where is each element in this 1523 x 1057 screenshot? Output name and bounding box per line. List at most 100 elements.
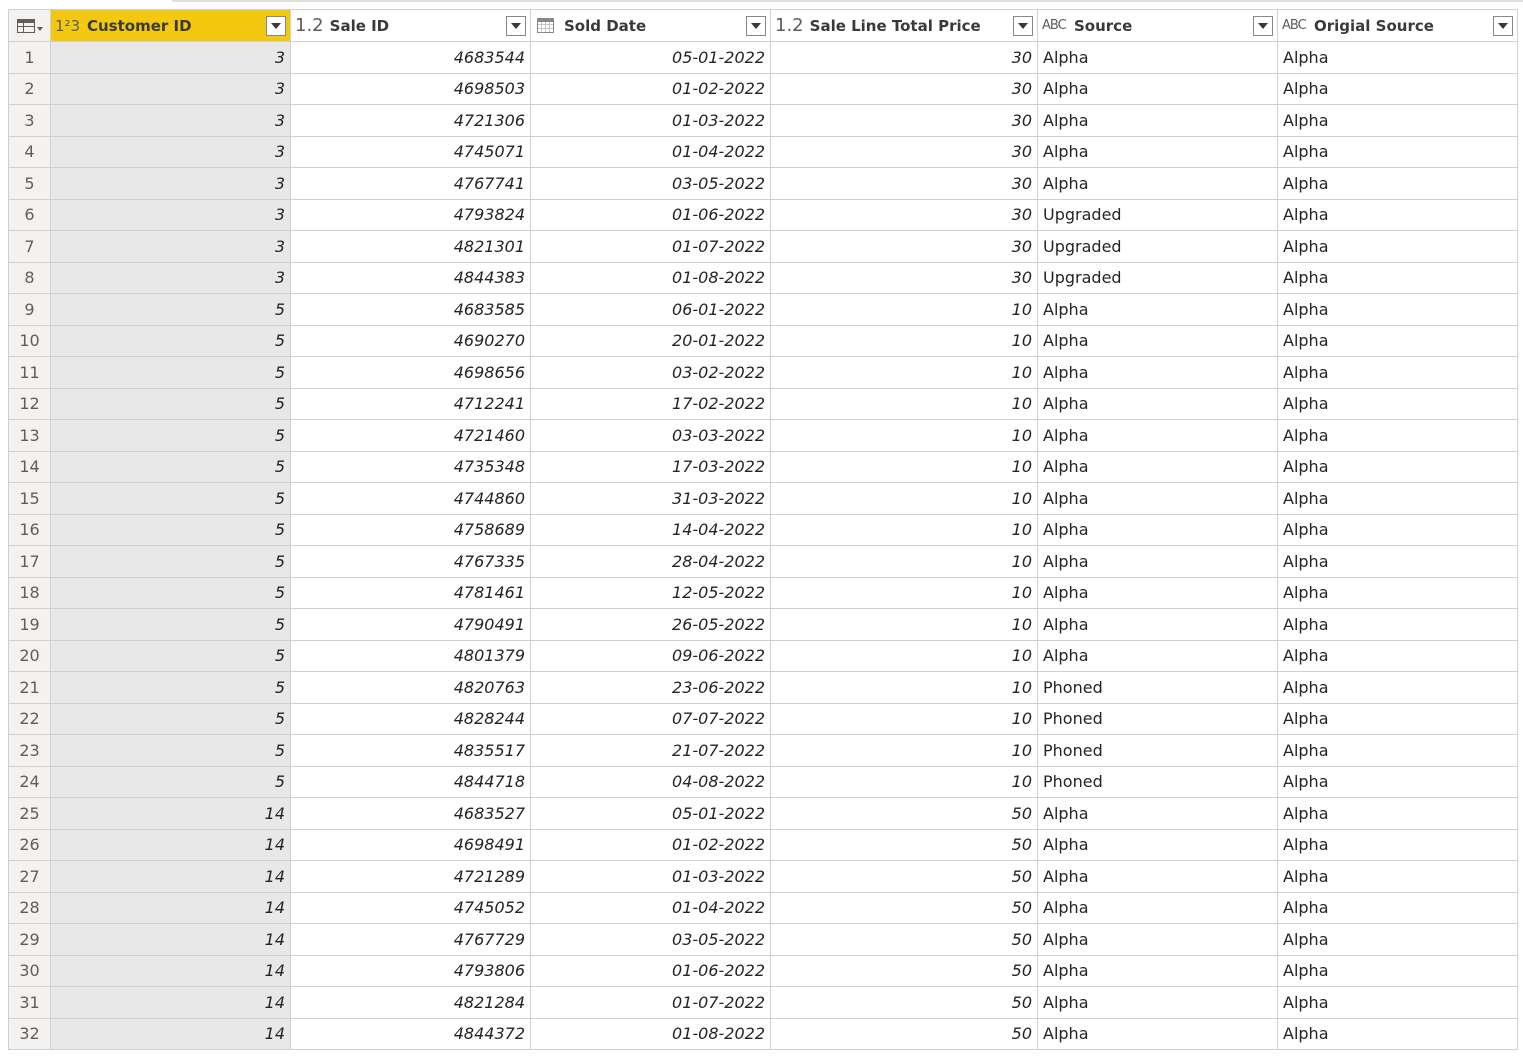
row-number[interactable]: 12 (8, 387, 51, 420)
cell-source[interactable]: Alpha (1037, 576, 1278, 609)
cell-sold-date[interactable]: 26-05-2022 (530, 608, 771, 641)
cell-customer-id[interactable]: 3 (50, 167, 291, 200)
cell-origial-source[interactable]: Alpha (1277, 1017, 1518, 1050)
cell-customer-id[interactable]: 14 (50, 923, 291, 956)
cell-customer-id[interactable]: 3 (50, 230, 291, 263)
table-row[interactable]: 27 14 4721289 01-03-2022 50 Alpha Alpha (8, 860, 1518, 893)
cell-sale-id[interactable]: 4844372 (290, 1017, 531, 1050)
cell-source[interactable]: Alpha (1037, 986, 1278, 1019)
cell-origial-source[interactable]: Alpha (1277, 135, 1518, 168)
table-row[interactable]: 31 14 4821284 01-07-2022 50 Alpha Alpha (8, 986, 1518, 1019)
table-row[interactable]: 24 5 4844718 04-08-2022 10 Phoned Alpha (8, 765, 1518, 798)
cell-sold-date[interactable]: 01-03-2022 (530, 860, 771, 893)
cell-source[interactable]: Alpha (1037, 41, 1278, 74)
row-number[interactable]: 5 (8, 167, 51, 200)
cell-sale-line-total-price[interactable]: 30 (770, 230, 1038, 263)
row-number[interactable]: 24 (8, 765, 51, 798)
row-number[interactable]: 17 (8, 545, 51, 578)
cell-origial-source[interactable]: Alpha (1277, 986, 1518, 1019)
cell-sale-id[interactable]: 4735348 (290, 450, 531, 483)
cell-sale-line-total-price[interactable]: 50 (770, 797, 1038, 830)
cell-origial-source[interactable]: Alpha (1277, 545, 1518, 578)
row-number[interactable]: 29 (8, 923, 51, 956)
cell-sale-id[interactable]: 4712241 (290, 387, 531, 420)
cell-sold-date[interactable]: 01-04-2022 (530, 135, 771, 168)
cell-sale-line-total-price[interactable]: 30 (770, 104, 1038, 137)
row-number[interactable]: 26 (8, 828, 51, 861)
cell-origial-source[interactable]: Alpha (1277, 797, 1518, 830)
cell-source[interactable]: Alpha (1037, 324, 1278, 357)
row-number[interactable]: 2 (8, 72, 51, 105)
cell-origial-source[interactable]: Alpha (1277, 671, 1518, 704)
cell-source[interactable]: Alpha (1037, 1017, 1278, 1050)
cell-sale-id[interactable]: 4683527 (290, 797, 531, 830)
cell-sale-line-total-price[interactable]: 10 (770, 671, 1038, 704)
cell-source[interactable]: Alpha (1037, 891, 1278, 924)
row-number[interactable]: 1 (8, 41, 51, 74)
cell-sale-id[interactable]: 4683544 (290, 41, 531, 74)
cell-sold-date[interactable]: 06-01-2022 (530, 293, 771, 326)
cell-origial-source[interactable]: Alpha (1277, 450, 1518, 483)
cell-sale-line-total-price[interactable]: 50 (770, 828, 1038, 861)
cell-sale-id[interactable]: 4745052 (290, 891, 531, 924)
cell-customer-id[interactable]: 14 (50, 954, 291, 987)
table-row[interactable]: 25 14 4683527 05-01-2022 50 Alpha Alpha (8, 797, 1518, 830)
cell-origial-source[interactable]: Alpha (1277, 198, 1518, 231)
cell-sold-date[interactable]: 14-04-2022 (530, 513, 771, 546)
cell-source[interactable]: Alpha (1037, 450, 1278, 483)
filter-dropdown-button[interactable] (506, 15, 526, 36)
cell-origial-source[interactable]: Alpha (1277, 324, 1518, 357)
cell-customer-id[interactable]: 3 (50, 261, 291, 294)
cell-sale-line-total-price[interactable]: 30 (770, 198, 1038, 231)
cell-origial-source[interactable]: Alpha (1277, 828, 1518, 861)
cell-sold-date[interactable]: 28-04-2022 (530, 545, 771, 578)
cell-sale-id[interactable]: 4767741 (290, 167, 531, 200)
cell-customer-id[interactable]: 5 (50, 419, 291, 452)
table-row[interactable]: 4 3 4745071 01-04-2022 30 Alpha Alpha (8, 135, 1518, 168)
cell-sold-date[interactable]: 03-02-2022 (530, 356, 771, 389)
cell-origial-source[interactable]: Alpha (1277, 72, 1518, 105)
cell-sale-id[interactable]: 4793806 (290, 954, 531, 987)
cell-customer-id[interactable]: 5 (50, 671, 291, 704)
cell-customer-id[interactable]: 5 (50, 293, 291, 326)
filter-dropdown-button[interactable] (746, 15, 766, 36)
cell-sale-line-total-price[interactable]: 10 (770, 450, 1038, 483)
row-number[interactable]: 27 (8, 860, 51, 893)
cell-customer-id[interactable]: 14 (50, 891, 291, 924)
cell-origial-source[interactable]: Alpha (1277, 230, 1518, 263)
text-type-icon[interactable]: ABC (1042, 18, 1068, 33)
cell-sold-date[interactable]: 03-05-2022 (530, 923, 771, 956)
cell-sold-date[interactable]: 03-03-2022 (530, 419, 771, 452)
cell-source[interactable]: Alpha (1037, 828, 1278, 861)
table-row[interactable]: 18 5 4781461 12-05-2022 10 Alpha Alpha (8, 576, 1518, 609)
row-number[interactable]: 25 (8, 797, 51, 830)
cell-customer-id[interactable]: 3 (50, 104, 291, 137)
cell-sale-id[interactable]: 4683585 (290, 293, 531, 326)
cell-origial-source[interactable]: Alpha (1277, 293, 1518, 326)
cell-sale-id[interactable]: 4835517 (290, 734, 531, 767)
cell-sold-date[interactable]: 17-03-2022 (530, 450, 771, 483)
table-row[interactable]: 2 3 4698503 01-02-2022 30 Alpha Alpha (8, 72, 1518, 105)
column-header-sale-id[interactable]: 1.2 Sale ID (290, 9, 531, 42)
cell-source[interactable]: Alpha (1037, 954, 1278, 987)
row-number[interactable]: 4 (8, 135, 51, 168)
row-number[interactable]: 31 (8, 986, 51, 1019)
row-number[interactable]: 30 (8, 954, 51, 987)
table-row[interactable]: 15 5 4744860 31-03-2022 10 Alpha Alpha (8, 482, 1518, 515)
cell-origial-source[interactable]: Alpha (1277, 356, 1518, 389)
cell-sold-date[interactable]: 05-01-2022 (530, 41, 771, 74)
cell-origial-source[interactable]: Alpha (1277, 41, 1518, 74)
row-number[interactable]: 21 (8, 671, 51, 704)
cell-source[interactable]: Phoned (1037, 671, 1278, 704)
cell-source[interactable]: Alpha (1037, 513, 1278, 546)
table-row[interactable]: 19 5 4790491 26-05-2022 10 Alpha Alpha (8, 608, 1518, 641)
cell-customer-id[interactable]: 5 (50, 576, 291, 609)
cell-origial-source[interactable]: Alpha (1277, 387, 1518, 420)
decimal-type-icon[interactable]: 1.2 (295, 15, 324, 36)
cell-customer-id[interactable]: 3 (50, 135, 291, 168)
cell-sale-line-total-price[interactable]: 10 (770, 702, 1038, 735)
cell-sale-id[interactable]: 4821301 (290, 230, 531, 263)
cell-source[interactable]: Phoned (1037, 702, 1278, 735)
cell-sale-line-total-price[interactable]: 10 (770, 608, 1038, 641)
cell-source[interactable]: Alpha (1037, 167, 1278, 200)
